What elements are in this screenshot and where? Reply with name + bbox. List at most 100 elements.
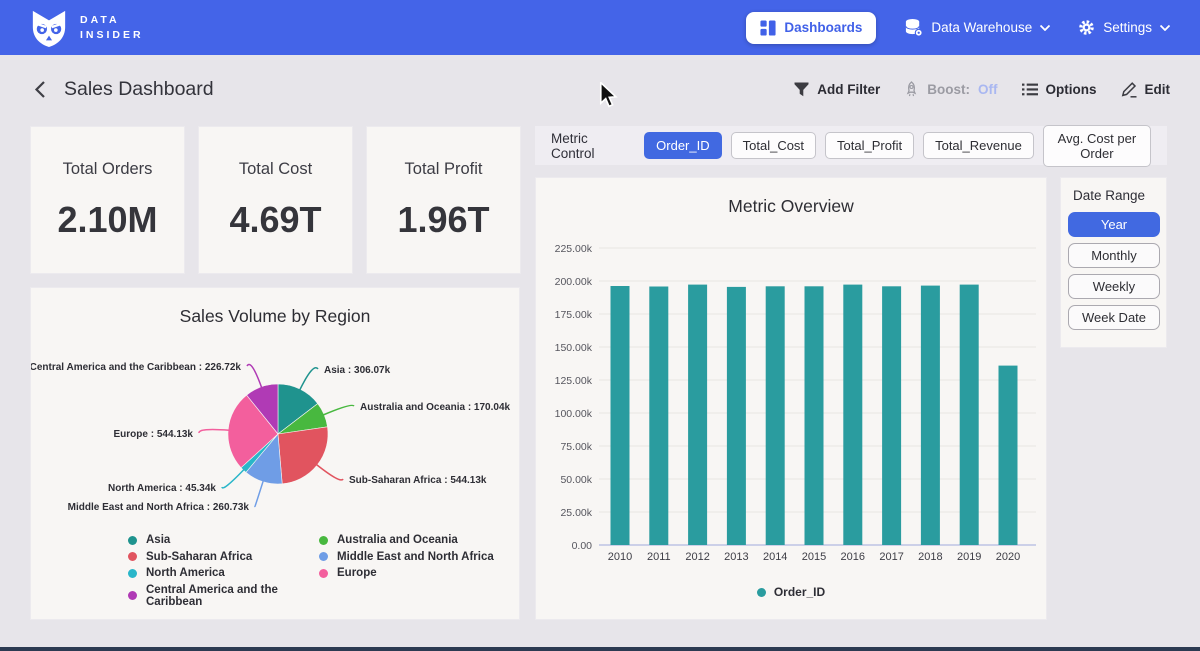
metric-control-label: Metric Control [551,131,630,161]
brand-line2: INSIDER [80,29,144,41]
legend-item-europe: Europe [319,567,494,579]
pie-leader-line [300,368,318,390]
boost-toggle[interactable]: Boost: Off [904,81,997,97]
pie-leader-line [255,481,263,507]
legend-item-asia: Asia [128,534,319,546]
kpi-card-total-orders: Total Orders2.10M [30,126,185,274]
legend-label: Europe [337,567,377,579]
pie-leader-line [316,465,343,480]
pie-slice-label: Central America and the Caribbean : 226.… [31,362,241,373]
date-range-option-monthly[interactable]: Monthly [1068,243,1160,268]
bar-chart-legend: Order_ID [536,585,1046,599]
metric-option-order-id[interactable]: Order_ID [644,132,721,159]
page-title: Sales Dashboard [64,78,214,101]
bar-chart: 225.00k200.00k175.00k150.00k125.00k100.0… [536,178,1048,621]
date-range-panel: Date Range Year Monthly Weekly Week Date [1060,177,1167,348]
kpi-card-total-cost: Total Cost4.69T [198,126,353,274]
legend-label: Central America and the Caribbean [146,584,319,608]
bar-2018[interactable] [921,286,940,545]
brand[interactable]: DATA INSIDER [30,8,144,48]
edit-button[interactable]: Edit [1121,81,1171,98]
date-range-option-weekly[interactable]: Weekly [1068,274,1160,299]
add-filter-label: Add Filter [817,82,880,97]
owl-logo-icon [30,8,68,48]
pie-legend: AsiaSub-Saharan AfricaNorth AmericaCentr… [31,534,519,608]
brand-line1: DATA [80,14,144,26]
metric-option-total-revenue[interactable]: Total_Revenue [923,132,1034,159]
legend-dot [319,569,328,578]
legend-label: Australia and Oceania [337,534,458,546]
date-range-option-week-date[interactable]: Week Date [1068,305,1160,330]
x-axis-tick: 2020 [996,551,1020,563]
back-button[interactable] [30,76,50,103]
legend-dot [128,536,137,545]
settings-menu[interactable]: Settings [1078,19,1170,36]
top-nav: DATA INSIDER Dashboards [0,0,1200,55]
kpi-label: Total Profit [405,160,483,179]
metric-option-avg-cost-per-order[interactable]: Avg. Cost per Order [1043,125,1151,167]
legend-label: North America [146,567,225,579]
legend-item-middle-east-and-north-africa: Middle East and North Africa [319,551,494,563]
bar-2014[interactable] [766,286,785,545]
bar-2020[interactable] [999,366,1018,545]
options-label: Options [1046,82,1097,97]
date-range-label: Date Range [1073,188,1159,203]
y-axis-tick: 0.00 [572,540,593,552]
y-axis-tick: 25.00k [560,507,592,519]
page: DATA INSIDER Dashboards [0,0,1200,651]
bar-2012[interactable] [688,285,707,545]
data-warehouse-menu[interactable]: Data Warehouse [904,18,1050,37]
legend-item-central-america-and-the-caribbean: Central America and the Caribbean [128,584,319,608]
legend-dot [319,536,328,545]
options-button[interactable]: Options [1022,82,1097,97]
x-axis-tick: 2011 [647,551,671,563]
legend-item-north-america: North America [128,567,319,579]
pie-slice-sub-saharan-africa[interactable] [278,427,328,484]
chevron-down-icon [1160,25,1170,31]
metric-option-total-profit[interactable]: Total_Profit [825,132,914,159]
kpi-label: Total Cost [239,160,312,179]
bar-2015[interactable] [805,286,824,545]
x-axis-tick: 2015 [802,551,826,563]
x-axis-tick: 2019 [957,551,981,563]
bar-2013[interactable] [727,287,746,545]
kpi-row: Total Orders2.10MTotal Cost4.69T Total Pr… [30,126,521,274]
chevron-down-icon [1040,25,1050,31]
pie-slice-label: Sub-Saharan Africa : 544.13k [349,475,487,486]
y-axis-tick: 175.00k [555,309,593,321]
pie-slice-label: North America : 45.34k [108,483,216,494]
pie-legend-column-2: Australia and Oceania Middle East and Nor… [319,534,494,608]
metric-control-bar: Metric Control Order_ID Total_Cost Total_P… [535,126,1167,165]
rocket-icon [904,81,919,97]
kpi-label: Total Orders [63,160,153,179]
settings-label: Settings [1103,20,1152,35]
kpi-value: 1.96T [397,199,489,241]
x-axis-tick: 2016 [841,551,865,563]
dashboards-label: Dashboards [784,20,862,35]
y-axis-tick: 50.00k [560,474,592,486]
bar-chart-card: Metric Overview 225.00k200.00k175.00k150… [535,177,1047,620]
bar-2016[interactable] [843,285,862,545]
add-filter-button[interactable]: Add Filter [794,82,880,97]
toolbar: Sales Dashboard Add Filter Boost: Off [0,55,1200,123]
pie-leader-line [199,430,229,433]
metric-option-total-cost[interactable]: Total_Cost [731,132,816,159]
data-warehouse-label: Data Warehouse [931,20,1032,35]
dashboards-button[interactable]: Dashboards [746,12,876,44]
pie-chart-card: Sales Volume by Region Asia : 306.07kAus… [30,287,520,620]
bar-legend-label: Order_ID [774,585,825,599]
boost-label: Boost: [927,82,970,97]
bar-2010[interactable] [611,286,630,545]
pie-legend-column-1: AsiaSub-Saharan AfricaNorth AmericaCentr… [128,534,319,608]
y-axis-tick: 225.00k [555,243,593,255]
bar-2019[interactable] [960,285,979,545]
y-axis-tick: 125.00k [555,375,593,387]
bar-legend-dot [757,588,766,597]
database-icon [904,18,923,37]
y-axis-tick: 200.00k [555,276,593,288]
date-range-option-year[interactable]: Year [1068,212,1160,237]
bar-2017[interactable] [882,286,901,545]
bar-2011[interactable] [649,287,668,546]
legend-dot [128,591,137,600]
top-nav-right: Dashboards Data Warehouse [746,12,1170,44]
